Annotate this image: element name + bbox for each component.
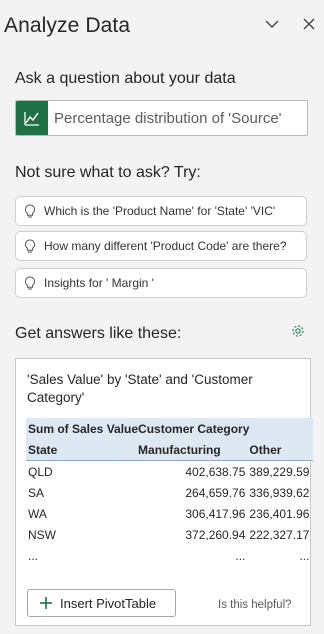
table-row: WA 306,417.96 236,401.96 [26, 503, 313, 524]
table-row: QLD 402,638.75 389,229.59 [26, 461, 313, 483]
table-row: ... ... ... [26, 545, 313, 566]
ask-question-box[interactable] [15, 100, 308, 136]
close-icon[interactable] [299, 14, 319, 34]
insert-pivottable-button[interactable]: Insert PivotTable [27, 589, 176, 617]
plus-icon [39, 596, 53, 615]
lightbulb-icon [24, 239, 36, 259]
table-cell: 336,939.62 [249, 485, 310, 500]
table-row: SA 264,659.76 336,939.62 [26, 482, 313, 503]
table-cell: 222,327.17 [249, 527, 310, 542]
pivot-preview-table: Sum of Sales Value Customer Category Sta… [26, 418, 314, 566]
pane-header: Analyze Data [0, 0, 324, 56]
table-cell: 389,229.59 [249, 464, 310, 479]
ask-question-input[interactable] [54, 101, 306, 135]
table-cell: ... [28, 548, 39, 563]
table-header-cell [249, 418, 314, 439]
suggestion-item[interactable]: Insights for ' Margin ' [15, 268, 307, 298]
answers-heading: Get answers like these: [15, 325, 182, 342]
suggestion-label: Insights for ' Margin ' [44, 276, 154, 290]
table-cell: 306,417.96 [185, 506, 246, 521]
table-cell: 372,260.94 [185, 527, 246, 542]
table-cell: WA [28, 506, 47, 521]
suggestion-item[interactable]: How many different 'Product Code' are th… [15, 231, 307, 261]
table-header-cell: Customer Category [138, 418, 250, 439]
table-cell: 236,401.96 [249, 506, 310, 521]
chevron-down-icon[interactable] [262, 14, 282, 34]
suggestion-label: Which is the 'Product Name' for 'State' … [44, 204, 276, 218]
table-header-cell: Manufacturing [138, 439, 250, 461]
suggestion-item[interactable]: Which is the 'Product Name' for 'State' … [15, 196, 307, 226]
table-cell: NSW [28, 527, 56, 542]
helpful-link[interactable]: Is this helpful? [218, 599, 292, 611]
table-cell: SA [28, 485, 45, 500]
lightbulb-icon [24, 204, 36, 224]
card-title: 'Sales Value' by 'State' and 'Customer C… [27, 372, 253, 405]
suggestion-label: How many different 'Product Code' are th… [44, 239, 287, 253]
ask-heading: Ask a question about your data [15, 70, 236, 87]
answer-card: 'Sales Value' by 'State' and 'Customer C… [15, 358, 314, 626]
suggestions-heading: Not sure what to ask? Try: [15, 164, 201, 181]
table-header-cell: State [26, 439, 139, 461]
lightbulb-icon [24, 276, 36, 296]
table-header-row: Sum of Sales Value Customer Category [26, 418, 314, 439]
insert-pivottable-label: Insert PivotTable [60, 596, 157, 611]
table-cell: 402,638.75 [185, 464, 246, 479]
table-cell: QLD [28, 464, 53, 479]
table-header-cell: Sum of Sales Value [26, 418, 139, 439]
gear-icon[interactable] [290, 323, 306, 344]
chart-icon [16, 101, 48, 135]
pane-title: Analyze Data [4, 14, 131, 37]
table-cell: 264,659.76 [185, 485, 246, 500]
table-header-row: State Manufacturing Other [26, 439, 314, 461]
table-cell: ... [299, 548, 310, 563]
table-header-cell: Other [249, 439, 314, 461]
table-row: NSW 372,260.94 222,327.17 [26, 524, 313, 545]
table-cell: ... [235, 548, 246, 563]
